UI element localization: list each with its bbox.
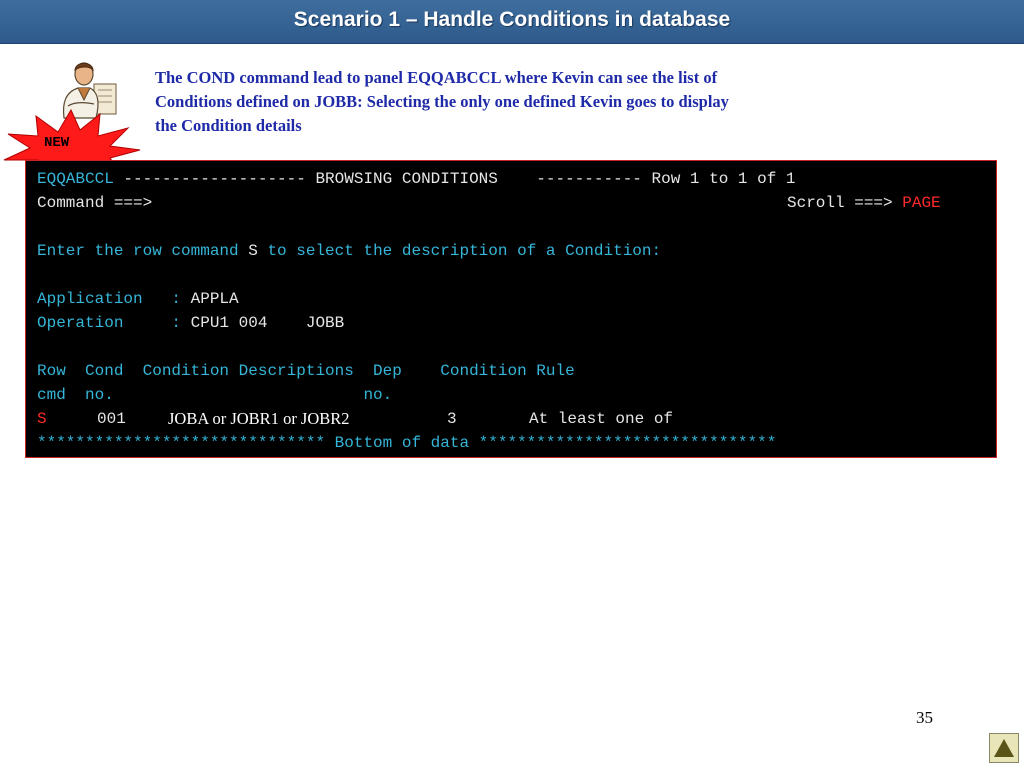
row-condition-rule: At least one of bbox=[529, 410, 674, 428]
command-line: Command ===> bbox=[37, 192, 152, 214]
application-value: APPLA bbox=[190, 290, 239, 308]
instruction-text: to select the description of a Condition… bbox=[257, 242, 662, 260]
row-condition-description: JOBA or JOBR1 or JOBR2 bbox=[168, 409, 350, 428]
instruction-line: Enter the row command S to select the de… bbox=[37, 240, 661, 262]
instruction-text: Enter the row command bbox=[37, 242, 249, 260]
operation-label: Operation : bbox=[37, 314, 191, 332]
table-row: S 001 JOBA or JOBR1 or JOBR2 3 At least … bbox=[26, 408, 996, 430]
scroll-label: Scroll ===> bbox=[787, 194, 893, 212]
panel-header-line: EQQABCCL ------------------- BROWSING CO… bbox=[37, 168, 796, 190]
panel-header: ------------------- BROWSING CONDITIONS … bbox=[113, 170, 796, 188]
description-line: The COND command lead to panel EQQABCCL … bbox=[155, 68, 718, 87]
description-line: Conditions defined on JOBB: Selecting th… bbox=[155, 92, 729, 111]
title-bar: Scenario 1 – Handle Conditions in databa… bbox=[0, 0, 1024, 44]
triangle-up-icon bbox=[994, 739, 1014, 757]
row-dep-no: 3 bbox=[447, 410, 457, 428]
panel-id: EQQABCCL bbox=[37, 170, 114, 188]
application-label: Application : bbox=[37, 290, 191, 308]
bottom-stars-left: ****************************** bbox=[37, 434, 326, 452]
slide-description: The COND command lead to panel EQQABCCL … bbox=[155, 66, 875, 138]
ispf-terminal-panel: EQQABCCL ------------------- BROWSING CO… bbox=[25, 160, 997, 458]
operation-value: CPU1 004 JOBB bbox=[190, 314, 345, 332]
column-headers-line2: cmd no. no. bbox=[37, 386, 393, 404]
column-headers-line1: Row Cond Condition Descriptions Dep Cond… bbox=[37, 362, 575, 380]
bottom-of-data-line: ****************************** Bottom of… bbox=[37, 432, 776, 454]
operation-line: Operation : CPU1 004 JOBB bbox=[37, 312, 344, 334]
scroll-field: Scroll ===> PAGE bbox=[787, 192, 941, 214]
application-line: Application : APPLA bbox=[37, 288, 239, 310]
slide-title: Scenario 1 – Handle Conditions in databa… bbox=[293, 8, 731, 31]
page-number: 35 bbox=[916, 708, 933, 727]
new-badge: NEW bbox=[44, 135, 70, 151]
navigate-up-button[interactable] bbox=[989, 733, 1019, 763]
row-cond-no: 001 bbox=[97, 410, 126, 428]
description-line: the Condition details bbox=[155, 116, 302, 135]
bottom-stars-right: ******************************* bbox=[478, 434, 777, 452]
command-input[interactable] bbox=[186, 194, 766, 212]
command-label: Command ===> bbox=[37, 194, 153, 212]
row-command-field[interactable]: S bbox=[37, 408, 47, 430]
scroll-value[interactable]: PAGE bbox=[902, 194, 940, 212]
bottom-of-data-text: Bottom of data bbox=[325, 434, 479, 452]
instruction-command-s: S bbox=[248, 242, 258, 260]
